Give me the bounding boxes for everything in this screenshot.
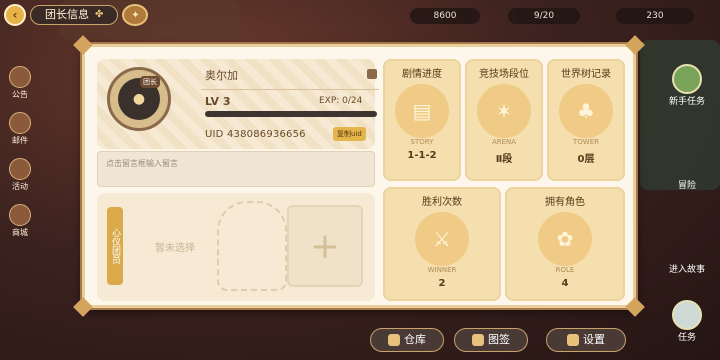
card-title: 剧情进度 [402, 69, 442, 80]
avatar-tag: 团长 [140, 76, 160, 88]
tree-icon: ♣ [559, 84, 613, 138]
story-progress-card[interactable]: 剧情进度 ▤ STORY 1-1-2 [383, 59, 461, 181]
favorite-member-label: 心仪团员 [107, 207, 123, 285]
panel-corner [73, 297, 93, 317]
enter-story-button[interactable]: 进入故事 [658, 262, 716, 275]
card-title: 世界树记录 [561, 69, 611, 80]
sidenav-event[interactable]: 活动 [6, 152, 34, 198]
arena-rank-card[interactable]: 竞技场段位 ✶ ARENA Ⅱ段 [465, 59, 543, 181]
avatar-frame[interactable]: ● 团长 [107, 67, 171, 131]
page-title-text: 团长信息 [45, 8, 89, 21]
settings-label: 设置 [583, 333, 605, 346]
currency-gold-value: 8600 [433, 11, 457, 21]
victories-card[interactable]: 胜利次数 ⚔ WINNER 2 [383, 187, 501, 301]
card-art-label: ARENA [491, 138, 517, 146]
gear-icon [567, 334, 579, 346]
card-value: Ⅱ段 [495, 154, 513, 165]
warehouse-button[interactable]: 仓库 [370, 328, 444, 352]
adventure-label: 冒险 [677, 181, 696, 191]
task-icon [672, 300, 702, 330]
task-label: 任务 [677, 333, 696, 343]
scene-plant [640, 40, 720, 190]
warehouse-label: 仓库 [404, 333, 426, 346]
sidenav-label: 公告 [12, 90, 28, 99]
player-uid: UID 438086936656 [205, 129, 306, 140]
card-value: 4 [561, 278, 569, 289]
card-value: 1-1-2 [407, 150, 437, 161]
placeholder-character [217, 201, 287, 291]
divider [201, 89, 379, 90]
announcement-icon [9, 66, 31, 88]
profile-card: ● 团长 奥尔加 LV 3 EXP: 0/24 UID 438086936656… [97, 59, 379, 149]
edit-icon[interactable] [367, 69, 377, 79]
message-box[interactable]: 点击留言框输入留言 [97, 151, 375, 187]
newbie-quest-button[interactable]: 新手任务 [658, 64, 716, 107]
collection-icon [472, 334, 484, 346]
shop-icon [9, 204, 31, 226]
stamina: 9/20 [508, 8, 580, 24]
panel-corner [625, 297, 645, 317]
adventure-button[interactable]: 冒险 [658, 178, 716, 191]
card-art-label: WINNER [427, 266, 457, 274]
book-icon: ▤ [395, 84, 449, 138]
card-art-label: TOWER [573, 138, 599, 146]
rabbit-icon: ✿ [538, 212, 592, 266]
sidenav-label: 邮件 [12, 136, 28, 145]
arena-icon: ✶ [477, 84, 531, 138]
characters-card[interactable]: 拥有角色 ✿ ROLE 4 [505, 187, 625, 301]
sidenav-mail[interactable]: 邮件 [6, 106, 34, 152]
sidenav-label: 商城 [12, 228, 28, 237]
sidenav-label: 活动 [12, 182, 28, 191]
collection-label: 图签 [488, 333, 510, 346]
copy-uid-button[interactable]: 复制uid [333, 127, 366, 141]
warehouse-icon [388, 334, 400, 346]
exp-bar [205, 111, 377, 117]
card-title: 拥有角色 [545, 197, 585, 208]
card-title: 竞技场段位 [479, 69, 529, 80]
sidenav-announcement[interactable]: 公告 [6, 60, 34, 106]
favorite-member-section: 心仪团员 暂未选择 + [97, 193, 375, 301]
page-title: 团长信息 ✤ [30, 5, 119, 25]
collection-button[interactable]: 图签 [454, 328, 528, 352]
emblem-icon[interactable]: ✦ [122, 4, 149, 26]
mail-icon [9, 112, 31, 134]
event-icon [9, 158, 31, 180]
enter-story-label: 进入故事 [668, 265, 705, 275]
currency-gem: 230 [616, 8, 694, 24]
clover-icon: ✤ [95, 9, 104, 20]
newbie-quest-label: 新手任务 [668, 97, 705, 107]
card-title: 胜利次数 [422, 197, 462, 208]
exp-text: EXP: 0/24 [319, 96, 363, 106]
stamina-value: 9/20 [533, 11, 555, 21]
not-selected-text: 暂未选择 [155, 243, 195, 254]
card-value: 0层 [577, 154, 595, 165]
sidenav-shop[interactable]: 商城 [6, 198, 34, 244]
card-art-label: STORY [410, 138, 434, 146]
top-bar: ‹ 团长信息 ✤ ✦ [4, 4, 149, 26]
task-button[interactable]: 任务 [658, 300, 716, 343]
currency-gem-value: 230 [646, 11, 664, 21]
side-nav: 公告 邮件 活动 商城 [6, 60, 34, 244]
player-name: 奥尔加 [205, 69, 238, 82]
card-art-label: ROLE [555, 266, 575, 274]
swords-icon: ⚔ [415, 212, 469, 266]
quest-icon [672, 64, 702, 94]
player-level: LV 3 [205, 95, 231, 108]
message-placeholder: 点击留言框输入留言 [106, 159, 178, 168]
add-member-button[interactable]: + [287, 205, 363, 287]
currency-gold: 8600 [410, 8, 480, 24]
captain-info-panel: ● 团长 奥尔加 LV 3 EXP: 0/24 UID 438086936656… [73, 35, 645, 317]
back-button[interactable]: ‹ [4, 4, 26, 26]
card-value: 2 [438, 278, 446, 289]
settings-button[interactable]: 设置 [546, 328, 626, 352]
world-tree-card[interactable]: 世界树记录 ♣ TOWER 0层 [547, 59, 625, 181]
